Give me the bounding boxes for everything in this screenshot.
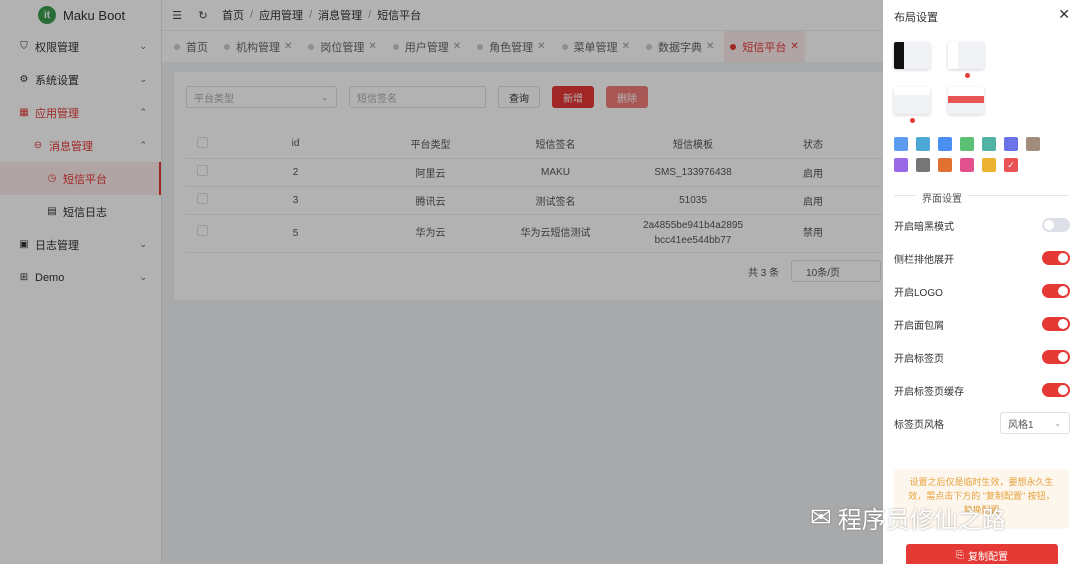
- switch-knob: [1058, 319, 1068, 329]
- check-icon: ✓: [1007, 159, 1015, 170]
- switch-knob: [1058, 253, 1068, 263]
- setting-dark-mode: 开启暗黑模式: [894, 215, 1070, 235]
- thumb-sidebar: [894, 42, 904, 69]
- layout-option-vertical-dark[interactable]: [894, 42, 930, 69]
- tab-style-value: 风格1: [1008, 419, 1034, 431]
- copy-config-button[interactable]: ⎘ 复制配置: [906, 544, 1058, 564]
- setting-tab-style: 标签页风格 风格1 ⌄: [894, 412, 1070, 434]
- logo-switch[interactable]: [1042, 284, 1070, 298]
- drawer-title: 布局设置: [894, 12, 938, 24]
- section-title: 界面设置: [916, 190, 968, 205]
- theme-color-swatch[interactable]: [938, 158, 952, 172]
- watermark-text: 程序员修仙之路: [837, 507, 1006, 534]
- setting-tabs-cache: 开启标签页缓存: [894, 380, 1070, 400]
- selected-indicator-icon: [965, 73, 970, 78]
- theme-color-swatch[interactable]: [916, 158, 930, 172]
- theme-color-swatch[interactable]: [982, 158, 996, 172]
- layout-option-horizontal-light[interactable]: [894, 87, 930, 114]
- switch-knob: [1044, 220, 1054, 230]
- switch-knob: [1058, 385, 1068, 395]
- setting-sidebar-unique-open: 侧栏排他展开: [894, 248, 1070, 268]
- setting-breadcrumb: 开启面包屑: [894, 314, 1070, 334]
- thumb-sidebar: [948, 42, 958, 69]
- theme-color-swatch[interactable]: [894, 158, 908, 172]
- theme-color-palette: ✓: [894, 137, 1064, 179]
- theme-color-swatch[interactable]: [938, 137, 952, 151]
- tabs-cache-switch[interactable]: [1042, 383, 1070, 397]
- close-icon[interactable]: ✕: [1058, 6, 1070, 23]
- breadcrumb-switch[interactable]: [1042, 317, 1070, 331]
- tab-style-select[interactable]: 风格1 ⌄: [1000, 412, 1070, 434]
- thumb-header: [894, 87, 930, 95]
- theme-color-swatch[interactable]: [960, 158, 974, 172]
- setting-label: 开启暗黑模式: [894, 221, 954, 233]
- switch-knob: [1058, 286, 1068, 296]
- theme-color-swatch[interactable]: [1026, 137, 1040, 151]
- drawer-mask[interactable]: [0, 0, 883, 564]
- dark-mode-switch[interactable]: [1042, 218, 1070, 232]
- layout-settings-drawer: 布局设置 ✕ ✓ 界面设置 开启暗黑模式 侧栏排他展开 开启LOGO 开启面包屑…: [883, 0, 1080, 564]
- layout-option-vertical-light[interactable]: [948, 42, 984, 69]
- setting-label: 侧栏排他展开: [894, 254, 954, 266]
- setting-label: 开启标签页缓存: [894, 386, 964, 398]
- thumb-theme-bar: [948, 96, 984, 103]
- selected-indicator-icon: [910, 118, 915, 123]
- setting-label: 开启LOGO: [894, 287, 943, 299]
- theme-color-swatch[interactable]: [894, 137, 908, 151]
- watermark: ✉ 程序员修仙之路: [810, 500, 1006, 535]
- setting-tabs: 开启标签页: [894, 347, 1070, 367]
- theme-color-swatch[interactable]: [916, 137, 930, 151]
- theme-color-swatch[interactable]: ✓: [1004, 158, 1018, 172]
- setting-logo: 开启LOGO: [894, 281, 1070, 301]
- thumb-header: [948, 87, 984, 96]
- switch-knob: [1058, 352, 1068, 362]
- setting-label: 标签页风格: [894, 419, 944, 431]
- sidebar-unique-open-switch[interactable]: [1042, 251, 1070, 265]
- copy-config-label: 复制配置: [968, 551, 1008, 563]
- layout-option-horizontal-theme[interactable]: [948, 87, 984, 114]
- chevron-down-icon: ⌄: [1054, 418, 1061, 428]
- wechat-icon: ✉: [810, 502, 832, 532]
- theme-color-swatch[interactable]: [1004, 137, 1018, 151]
- setting-label: 开启标签页: [894, 353, 944, 365]
- theme-color-swatch[interactable]: [982, 137, 996, 151]
- tabs-switch[interactable]: [1042, 350, 1070, 364]
- theme-color-swatch[interactable]: [960, 137, 974, 151]
- copy-icon: ⎘: [956, 549, 964, 561]
- setting-label: 开启面包屑: [894, 320, 944, 332]
